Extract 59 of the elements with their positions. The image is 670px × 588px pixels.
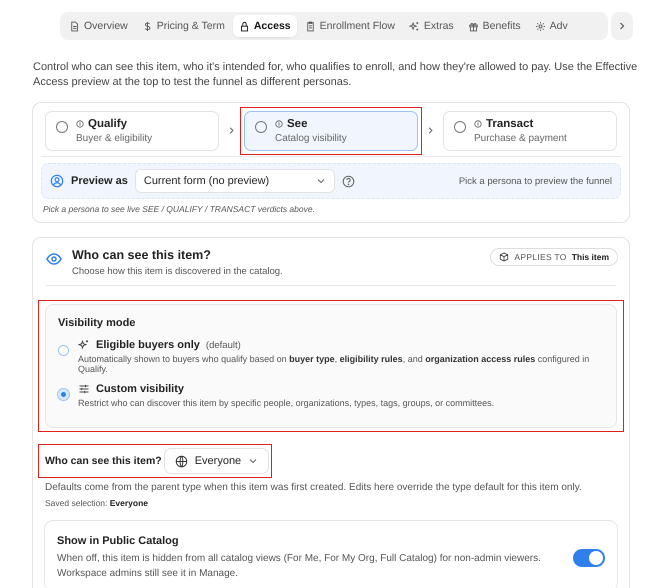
option-label: Custom visibility [96,383,184,395]
option-label: Eligible buyers only [96,339,200,351]
sliders-icon [78,383,90,395]
chevron-right-icon [227,126,236,135]
sparkle-icon [78,339,90,351]
option-description: Automatically shown to buyers who qualify based on buyer type, eligibility rules, and organization access rules configured in Qualify. [78,354,590,374]
tab[interactable]: Overview [63,15,134,37]
applies-to-label: APPLIES TO [514,252,567,262]
tab[interactable]: Access [232,15,297,37]
step-title: Qualify [88,118,127,130]
intro-text: Control who can see this item, who it's intended for, who qualifies to enroll, and how they're allowed to pay. Use the Effective Access preview at the top to test the funnel as different personas. [33,60,638,90]
funnel-step[interactable]: Qualify Buyer & eligibility [45,110,219,150]
funnel-step[interactable]: See Catalog visibility [244,110,418,150]
chevron-down-icon [248,456,258,466]
defaults-note: Defaults come from the parent type when this item was first created. Edits here override the type default for this item only. [45,482,583,493]
lock-icon [238,20,250,32]
public-catalog-description: When off, this item is hidden from all catalog views (For Me, For My Org, Full Catalog) for non-admin viewers. Workspace admins still see it in Manage. [57,552,542,581]
document-icon [69,20,80,32]
step-title: See [287,118,308,130]
saved-selection: Saved selection: Everyone [45,498,150,508]
persona-dropdown[interactable]: Current form (no preview) [134,169,335,193]
cube-icon [499,252,510,262]
step-subtitle: Buyer & eligibility [76,132,152,144]
chevron-down-icon [316,176,326,186]
tab[interactable]: Benefits [462,15,527,37]
step-subtitle: Purchase & payment [474,132,567,144]
tab[interactable]: Adv [528,15,574,37]
preview-label: Preview as [71,175,128,187]
section-subtitle: Choose how this item is discovered in the catalog. [72,266,284,277]
radio-button[interactable] [58,345,69,356]
sparkle-icon [408,20,420,32]
preview-note: Pick a persona to see live SEE / QUALIFY / TRANSACT verdicts above. [43,204,316,214]
radio-button[interactable] [56,120,68,132]
globe-icon [174,454,188,468]
step-subtitle: Catalog visibility [275,132,347,144]
radio-button[interactable] [454,120,466,132]
user-circle-icon [50,174,64,188]
radio-button[interactable] [255,120,267,132]
audience-dropdown[interactable]: Everyone [164,448,270,474]
gift-icon [468,20,479,32]
applies-to-value: This item [572,252,609,262]
clipboard-icon [304,20,316,32]
public-catalog-title: Show in Public Catalog [57,535,180,547]
tab[interactable]: Extras [402,15,460,37]
section-title: Who can see this item? [72,248,212,262]
chevron-right-icon [617,21,627,31]
funnel-step[interactable]: Transact Purchase & payment [443,110,617,150]
eye-icon [46,251,62,267]
tab[interactable]: Enrollment Flow [298,15,401,37]
preview-hint: Pick a persona to preview the funnel [458,176,612,186]
help-icon[interactable] [342,174,355,188]
public-catalog-toggle[interactable] [573,549,605,567]
chevron-right-icon [426,126,435,135]
option-description: Restrict who can discover this item by specific people, organizations, types, tags, groups, or committees. [78,398,494,408]
visibility-mode-title: Visibility mode [58,317,136,329]
default-tag: (default) [206,340,241,350]
tab[interactable]: Pricing & Term [136,15,231,37]
step-title: Transact [486,118,534,130]
audience-label: Who can see this item? [45,455,162,467]
